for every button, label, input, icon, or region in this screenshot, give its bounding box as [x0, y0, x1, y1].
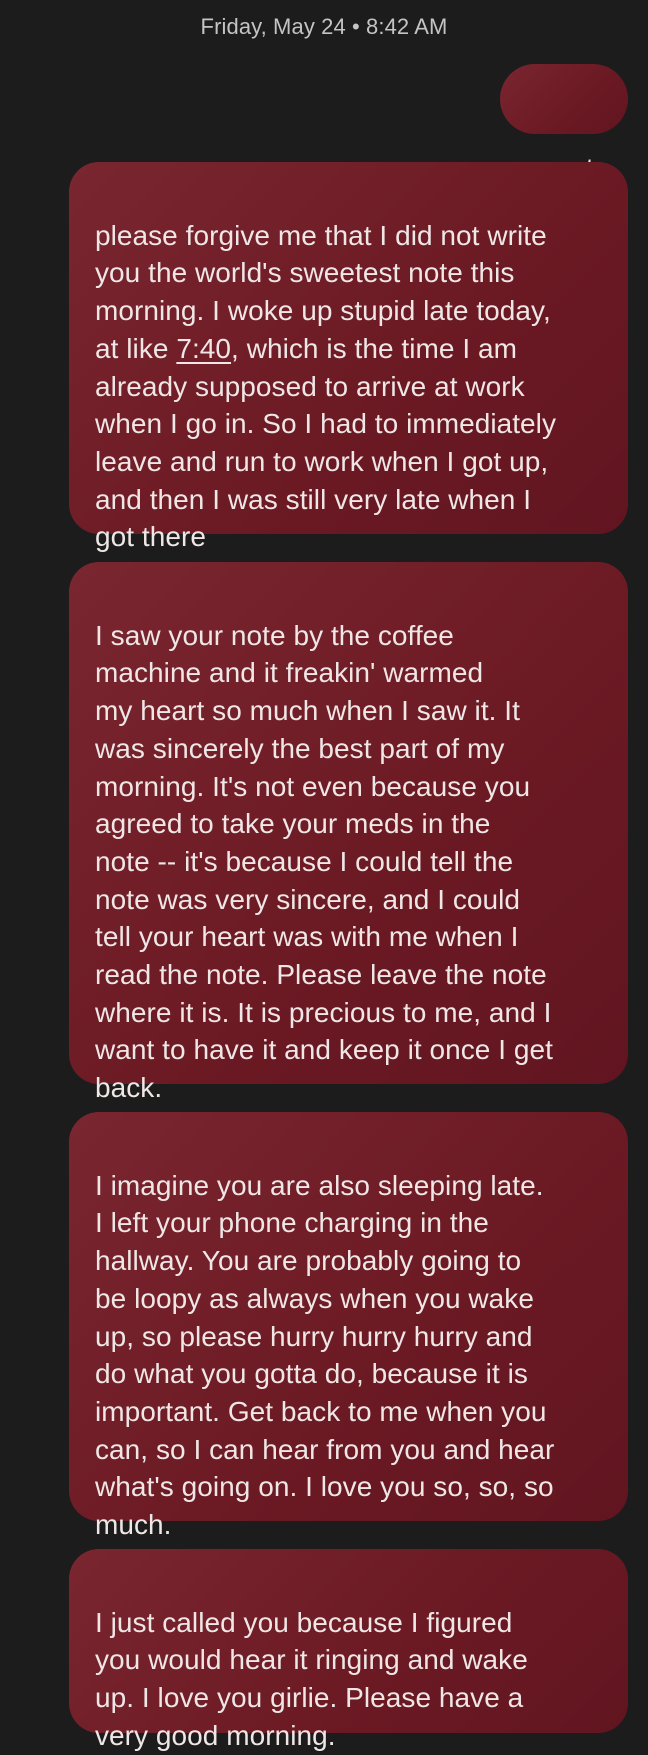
message-bubble[interactable]: I just called you because I figured you … [69, 1549, 628, 1751]
message-text: I just called you because I figured you … [95, 1606, 528, 1751]
message-bubble[interactable]: I imagine you are also sleeping late. I … [69, 1112, 628, 1540]
message-text: I saw your note by the coffee machine an… [95, 619, 553, 1104]
message-text: I imagine you are also sleeping late. I … [95, 1169, 555, 1541]
message-bubble[interactable]: pssst, [499, 64, 628, 185]
message-bubble[interactable]: I saw your note by the coffee machine an… [69, 562, 628, 1103]
message-text: , which is the time I am already suppose… [95, 332, 556, 553]
time-link[interactable]: 7:40 [176, 333, 231, 364]
message-bubble[interactable]: please forgive me that I did not write y… [69, 162, 628, 552]
conversation-timestamp: Friday, May 24 • 8:42 AM [200, 14, 448, 39]
